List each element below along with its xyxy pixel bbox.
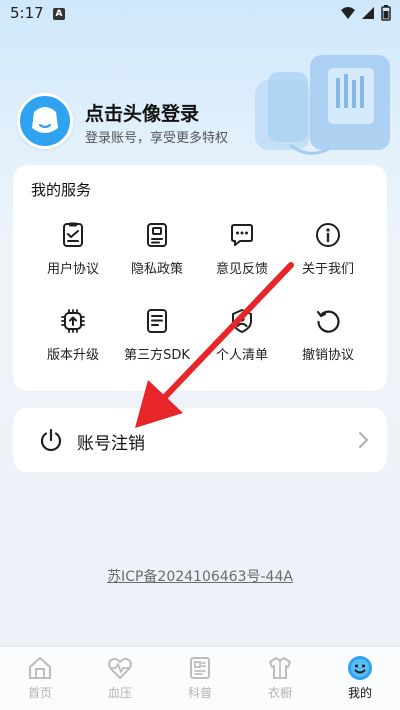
wifi-icon bbox=[341, 7, 355, 19]
heart-pulse-icon bbox=[108, 657, 132, 679]
list-document-icon bbox=[147, 309, 167, 333]
service-third-party-sdk[interactable]: 第三方SDK bbox=[117, 308, 197, 363]
wardrobe-icon bbox=[269, 657, 291, 679]
blood-pressure-monitor-illustration bbox=[255, 55, 390, 155]
service-feedback[interactable]: 意见反馈 bbox=[202, 222, 282, 277]
nav-label: 血压 bbox=[107, 686, 132, 700]
services-card: 我的服务 用户协议 隐私政策 意见反馈 关于我们 版本升级 第三方SDK 个人清… bbox=[13, 165, 387, 391]
chevron-right-icon bbox=[359, 432, 368, 448]
nav-blood-pressure[interactable]: 血压 bbox=[90, 655, 150, 701]
smile-face-icon bbox=[348, 656, 372, 680]
nav-science[interactable]: 科普 bbox=[170, 655, 230, 701]
icp-link[interactable]: 苏ICP备2024106463号-44A bbox=[0, 566, 400, 586]
service-label: 撤销协议 bbox=[301, 348, 354, 363]
login-subtitle: 登录账号，享受更多特权 bbox=[85, 131, 229, 146]
nav-mine[interactable]: 我的 bbox=[330, 655, 390, 701]
services-title: 我的服务 bbox=[31, 181, 92, 199]
service-revoke-agreement[interactable]: 撤销协议 bbox=[288, 308, 368, 363]
nav-wardrobe[interactable]: 衣橱 bbox=[250, 655, 310, 701]
service-privacy-policy[interactable]: 隐私政策 bbox=[117, 222, 197, 277]
document-check-icon bbox=[63, 222, 83, 247]
home-icon bbox=[29, 657, 51, 679]
nav-home[interactable]: 首页 bbox=[10, 655, 70, 701]
status-time: 5:17 bbox=[10, 4, 44, 22]
service-user-agreement[interactable]: 用户协议 bbox=[33, 222, 113, 277]
account-cancel-label: 账号注销 bbox=[77, 434, 145, 454]
article-icon bbox=[190, 657, 210, 679]
service-label: 个人清单 bbox=[215, 348, 268, 363]
notification-badge: A bbox=[53, 8, 65, 20]
smile-face-icon bbox=[32, 107, 58, 133]
nav-label: 我的 bbox=[347, 686, 372, 700]
service-label: 版本升级 bbox=[46, 348, 99, 363]
service-about-us[interactable]: 关于我们 bbox=[288, 222, 368, 277]
account-cancel-row[interactable]: 账号注销 bbox=[13, 408, 387, 472]
shield-person-icon bbox=[232, 309, 252, 333]
bottom-nav: 首页 血压 科普 衣橱 我的 bbox=[0, 646, 400, 710]
chat-bubble-icon bbox=[231, 224, 253, 246]
status-bar: 5:17 A bbox=[0, 0, 400, 28]
undo-circle-icon bbox=[316, 310, 340, 333]
info-circle-icon bbox=[316, 223, 340, 247]
upgrade-chip-icon bbox=[61, 309, 85, 333]
nav-label: 衣橱 bbox=[267, 686, 292, 700]
service-label: 意见反馈 bbox=[215, 262, 268, 277]
service-version-upgrade[interactable]: 版本升级 bbox=[33, 308, 113, 363]
service-label: 关于我们 bbox=[301, 262, 354, 277]
service-label: 隐私政策 bbox=[130, 262, 183, 277]
avatar[interactable] bbox=[17, 93, 73, 149]
service-personal-list[interactable]: 个人清单 bbox=[202, 308, 282, 363]
nav-label: 科普 bbox=[187, 686, 212, 700]
service-label: 用户协议 bbox=[46, 262, 99, 277]
signal-icon bbox=[362, 7, 374, 19]
clipboard-icon bbox=[147, 223, 167, 247]
power-icon bbox=[40, 428, 62, 452]
service-label: 第三方SDK bbox=[124, 348, 190, 363]
nav-label: 首页 bbox=[27, 686, 52, 700]
battery-icon bbox=[381, 5, 391, 21]
login-title[interactable]: 点击头像登录 bbox=[85, 99, 199, 126]
